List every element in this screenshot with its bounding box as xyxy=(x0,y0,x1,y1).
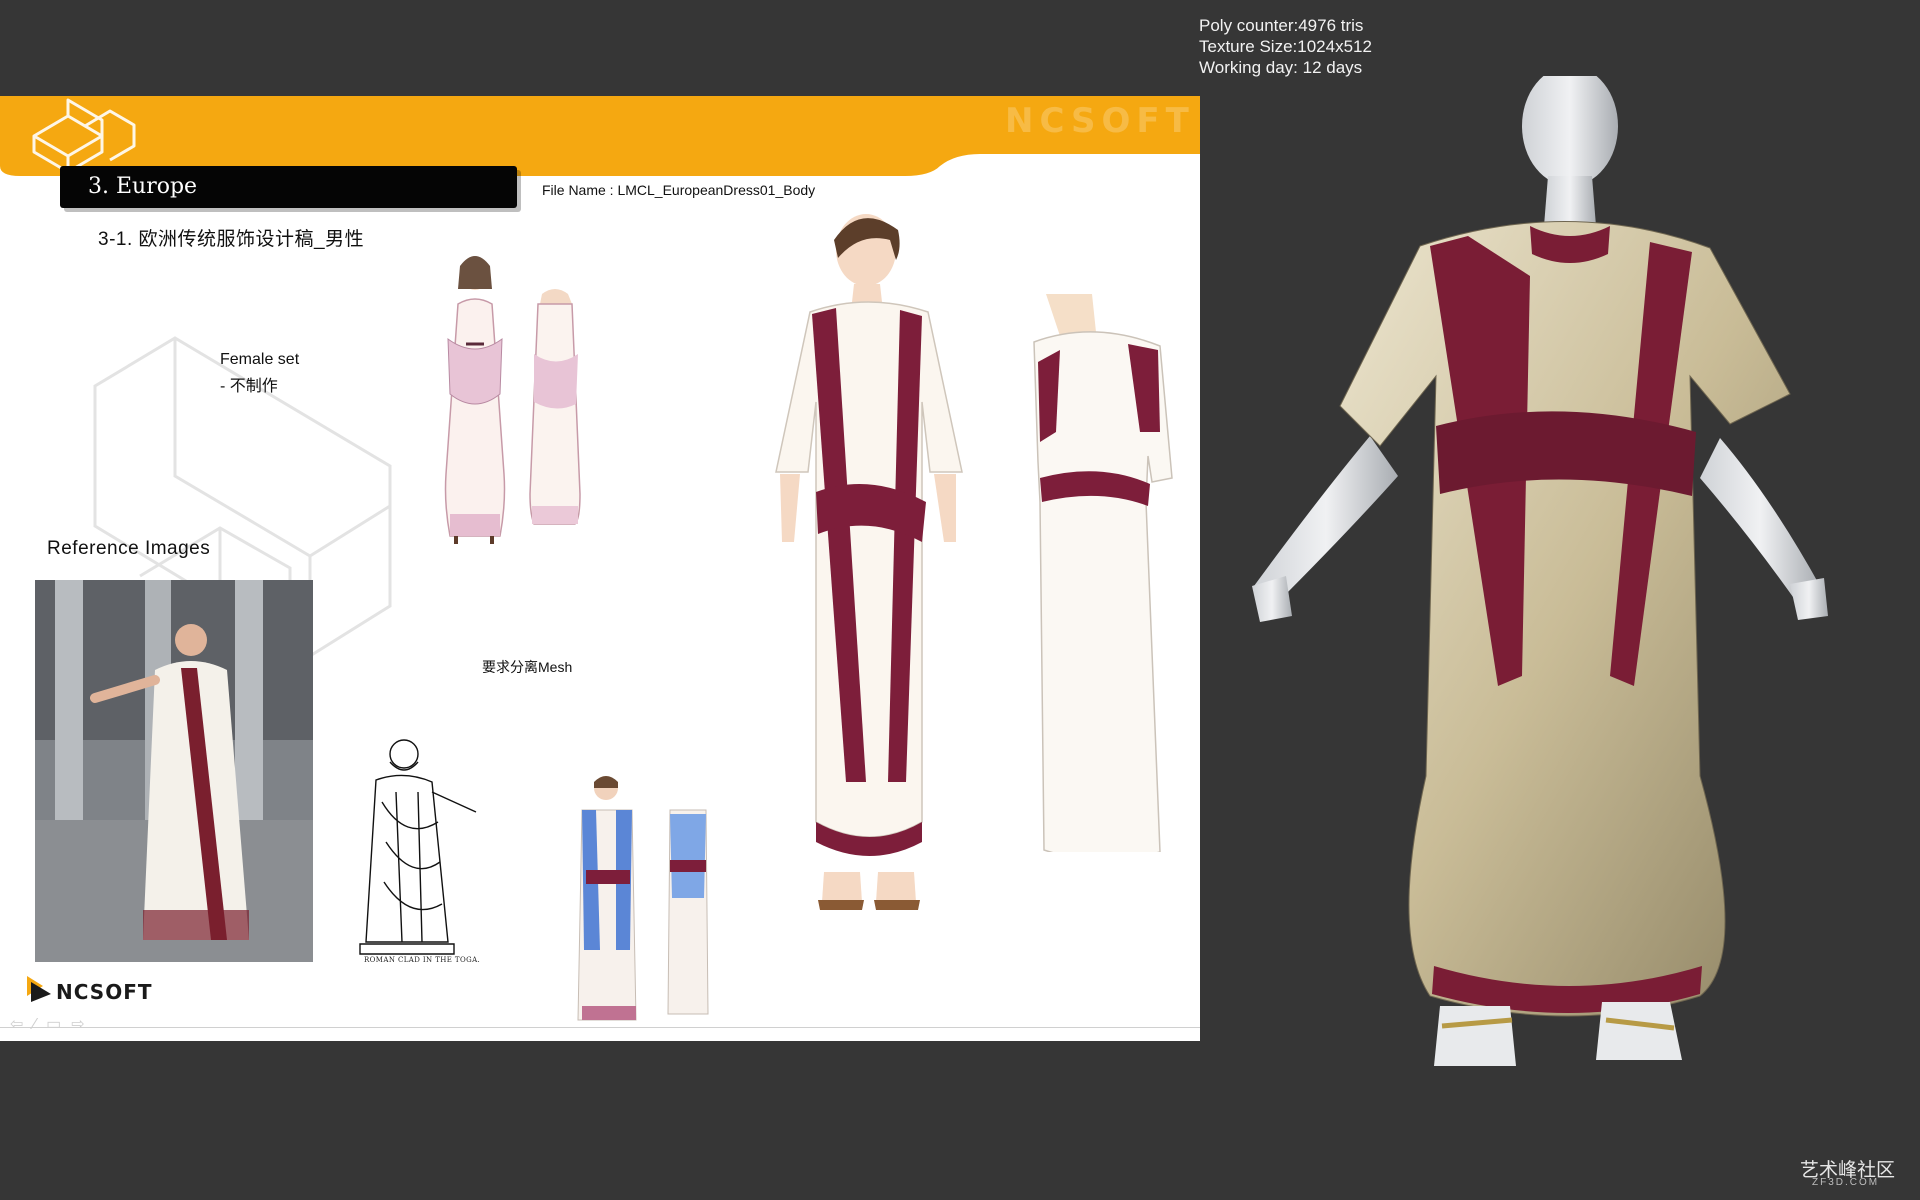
arrow-left-icon[interactable]: ⇦ xyxy=(10,1016,33,1033)
pencil-icon[interactable]: ⁄ xyxy=(33,1016,46,1033)
slide-nav-controls[interactable]: ⇦⁄▭⇨ xyxy=(10,1014,95,1034)
working-days: Working day: 12 days xyxy=(1199,58,1363,77)
female-set-not-produced: - 不制作 xyxy=(220,378,278,395)
female-concept-sketch xyxy=(444,256,581,544)
statue-caption: ROMAN CLAD IN THE TOGA. xyxy=(364,956,481,964)
arrow-right-icon[interactable]: ⇨ xyxy=(71,1016,94,1033)
slide-divider xyxy=(0,1027,1200,1028)
subsection-title: 3-1. 欧洲传统服饰设计稿_男性 xyxy=(98,229,365,250)
ncsoft-logo-text: NCSOFT xyxy=(56,980,153,1004)
model-stats: Poly counter:4976 tris Texture Size:1024… xyxy=(1199,15,1372,78)
separate-mesh-note: 要求分离Mesh xyxy=(482,659,573,675)
female-set-label: Female set xyxy=(220,351,300,368)
reference-images-label: Reference Images xyxy=(47,538,211,559)
male-garment-back-view xyxy=(1033,294,1173,852)
header-brand-watermark: NCSOFT xyxy=(1005,101,1195,141)
female-set-note: Female set - 不制作 xyxy=(220,346,299,400)
section-title: 3. Europe xyxy=(88,174,198,199)
poly-count: Poly counter:4976 tris xyxy=(1199,16,1364,35)
blue-variant-concept xyxy=(577,776,709,1021)
file-name-label: File Name : LMCL_EuropeanDress01_Body xyxy=(542,182,816,198)
page-icon[interactable]: ▭ xyxy=(46,1016,71,1033)
site-watermark-url: ZF3D.COM xyxy=(1812,1177,1880,1188)
3d-model-render xyxy=(1252,76,1828,1066)
statue-line-art xyxy=(359,739,477,955)
male-concept-art xyxy=(775,214,963,910)
header-band: NCSOFT xyxy=(0,96,1200,176)
texture-size: Texture Size:1024x512 xyxy=(1199,37,1372,56)
ncsoft-logo-icon xyxy=(27,976,51,1002)
reference-photo xyxy=(35,580,313,962)
concept-slide: NCSOFT 3. Europe File Name : LMCL_Europe… xyxy=(0,96,1200,1041)
